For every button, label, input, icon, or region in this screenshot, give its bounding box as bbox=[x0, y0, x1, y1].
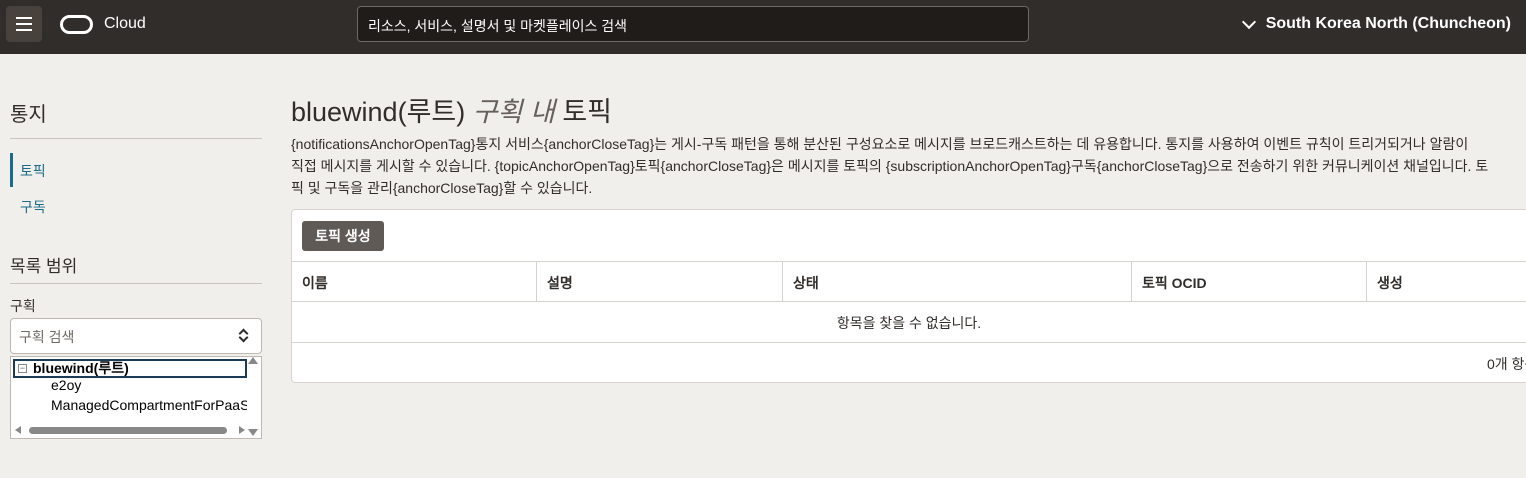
chevron-down-icon bbox=[1241, 14, 1256, 29]
description-line: 직접 메시지를 게시할 수 있습니다. {topicAnchorOpenTag}… bbox=[291, 158, 1489, 174]
menu-icon[interactable] bbox=[6, 6, 42, 42]
column-header-topic-ocid[interactable]: 토픽 OCID bbox=[1132, 262, 1367, 302]
search-input[interactable]: 리소스, 서비스, 설명서 및 마켓플레이스 검색 bbox=[357, 6, 1029, 42]
compartment-label: 구획 bbox=[10, 298, 36, 314]
scope-divider bbox=[10, 283, 262, 284]
empty-table-message: 항목을 찾을 수 없습니다. bbox=[836, 315, 982, 331]
oracle-logo-icon[interactable] bbox=[60, 15, 93, 34]
tree-item-managed-compartment[interactable]: ManagedCompartmentForPaaS bbox=[51, 397, 249, 413]
create-topic-button[interactable]: 토픽 생성 bbox=[302, 221, 384, 251]
sidebar-title: 통지 bbox=[10, 104, 47, 126]
sidebar-divider bbox=[10, 138, 262, 139]
compartment-tree[interactable]: − bluewind(루트) e2oy ManagedCompartmentFo… bbox=[10, 356, 262, 439]
collapse-icon[interactable]: − bbox=[18, 364, 27, 373]
title-italic: 구획 내 bbox=[472, 97, 555, 127]
column-header-description[interactable]: 설명 bbox=[537, 262, 783, 302]
sidebar-item-topics[interactable]: 토픽 bbox=[10, 153, 262, 187]
column-header-state[interactable]: 상태 bbox=[783, 262, 1132, 302]
title-suffix: 토픽 bbox=[562, 97, 612, 127]
table-header: 이름 설명 상태 토픽 OCID 생성 bbox=[292, 261, 1526, 302]
sidebar-item-subscriptions[interactable]: 구독 bbox=[10, 189, 262, 223]
horizontal-scrollbar[interactable] bbox=[13, 424, 245, 436]
page-title: bluewind(루트) 구획 내 토픽 bbox=[291, 90, 612, 129]
scroll-left-icon[interactable] bbox=[15, 426, 21, 434]
scroll-down-icon[interactable] bbox=[248, 429, 258, 436]
description-line: {notificationsAnchorOpenTag}통지 서비스{ancho… bbox=[291, 136, 1469, 152]
item-count: 0개 항목 bbox=[1487, 356, 1526, 372]
tree-root-label: bluewind(루트) bbox=[33, 360, 129, 376]
tree-item-e2oy[interactable]: e2oy bbox=[51, 377, 81, 393]
page-description: {notificationsAnchorOpenTag}통지 서비스{ancho… bbox=[291, 133, 1526, 199]
list-scope-title: 목록 범위 bbox=[10, 257, 78, 276]
tree-item-root[interactable]: − bluewind(루트) bbox=[13, 359, 247, 378]
compartment-placeholder: 구획 검색 bbox=[19, 329, 75, 345]
table-footer-divider bbox=[292, 342, 1526, 343]
vertical-scrollbar[interactable] bbox=[247, 357, 261, 438]
brand-label[interactable]: Cloud bbox=[104, 15, 146, 33]
scroll-thumb[interactable] bbox=[29, 427, 227, 434]
region-selector[interactable]: South Korea North (Chuncheon) bbox=[1241, 14, 1511, 33]
scroll-up-icon[interactable] bbox=[248, 357, 258, 364]
top-navigation-bar: Cloud 리소스, 서비스, 설명서 및 마켓플레이스 검색 South Ko… bbox=[0, 0, 1526, 54]
region-label: South Korea North (Chuncheon) bbox=[1265, 15, 1511, 32]
column-header-created[interactable]: 생성 bbox=[1367, 262, 1526, 302]
column-header-name[interactable]: 이름 bbox=[292, 262, 537, 302]
title-prefix: bluewind(루트) bbox=[291, 97, 466, 127]
scroll-right-icon[interactable] bbox=[239, 426, 245, 434]
compartment-search-select[interactable]: 구획 검색 bbox=[10, 318, 262, 354]
description-line: 픽 및 구독을 관리{anchorCloseTag}할 수 있습니다. bbox=[291, 180, 593, 196]
up-down-chevron-icon bbox=[238, 328, 249, 343]
topics-table-panel: 토픽 생성 이름 설명 상태 토픽 OCID 생성 항목을 찾을 수 없습니다.… bbox=[291, 209, 1526, 383]
